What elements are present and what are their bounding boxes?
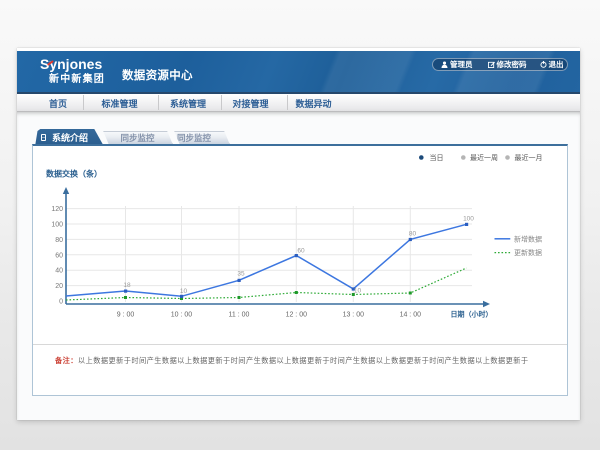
svg-text:14 : 00: 14 : 00	[400, 312, 422, 319]
svg-text:60: 60	[55, 252, 63, 259]
svg-text:11 : 00: 11 : 00	[229, 312, 250, 319]
svg-text:40: 40	[55, 268, 63, 275]
svg-text:12 : 00: 12 : 00	[286, 312, 308, 319]
svg-text:35: 35	[237, 271, 245, 278]
svg-text:10 : 00: 10 : 00	[171, 312, 193, 319]
svg-text:120: 120	[51, 206, 63, 213]
svg-text:10: 10	[354, 288, 362, 295]
svg-text:13 : 00: 13 : 00	[343, 312, 365, 319]
svg-text:最近一月: 最近一月	[515, 153, 543, 162]
svg-text:80: 80	[409, 231, 417, 238]
svg-text:当日: 当日	[430, 153, 444, 162]
svg-text:数据交换（条）: 数据交换（条）	[46, 169, 102, 179]
svg-text:日期（小时）: 日期（小时）	[451, 310, 493, 319]
svg-text:10: 10	[180, 288, 188, 295]
svg-text:20: 20	[55, 283, 63, 290]
svg-text:100: 100	[51, 222, 63, 229]
svg-text:0: 0	[59, 299, 63, 306]
svg-text:100: 100	[463, 216, 474, 223]
svg-text:18: 18	[123, 282, 131, 289]
svg-text:9 : 00: 9 : 00	[117, 312, 135, 319]
svg-text:更新数据: 更新数据	[514, 248, 542, 257]
svg-text:新增数据: 新增数据	[514, 234, 542, 243]
svg-text:60: 60	[297, 248, 305, 255]
svg-text:80: 80	[55, 237, 63, 244]
svg-text:最近一周: 最近一周	[470, 153, 498, 162]
